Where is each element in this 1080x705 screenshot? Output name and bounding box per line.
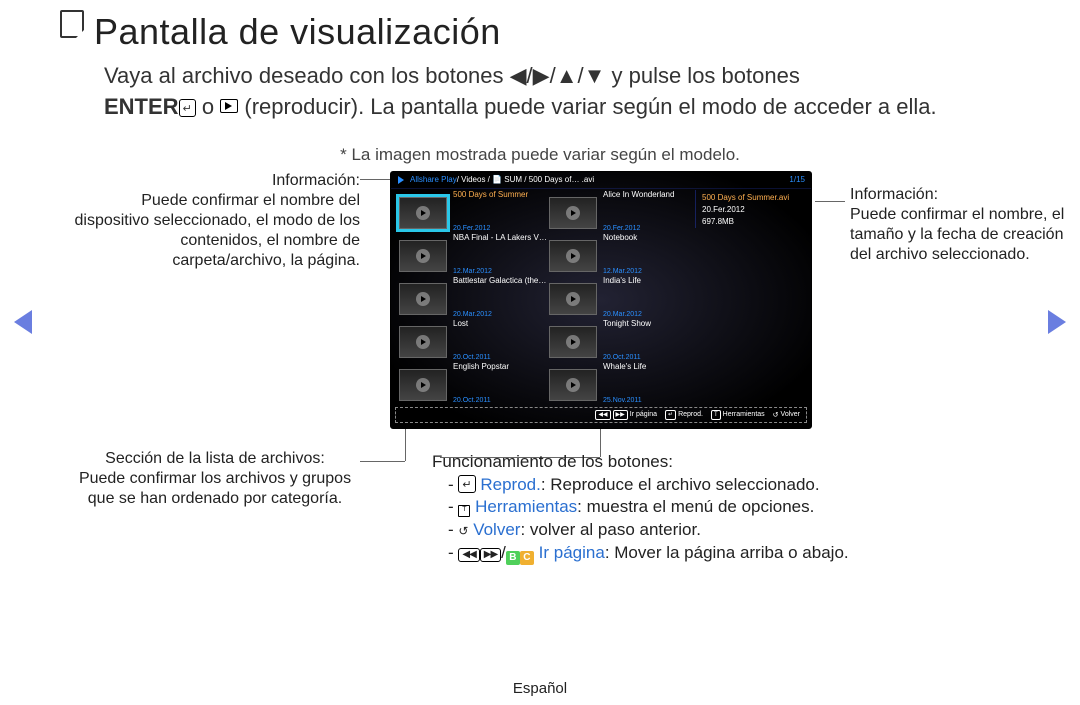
file-thumbnail bbox=[549, 197, 597, 229]
file-title: Lost bbox=[453, 320, 491, 329]
c-color-key: C bbox=[520, 551, 534, 565]
file-date: 12.Mar.2012 bbox=[453, 268, 492, 275]
file-item[interactable]: NBA Final - LA Lakers VS… 12.Mar.2012 bbox=[399, 237, 549, 275]
connector-line bbox=[360, 179, 390, 180]
bookmark-icon bbox=[60, 10, 84, 38]
breadcrumb-bar: Allshare Play / Videos / 📄 SUM / 500 Day… bbox=[391, 172, 811, 189]
file-date: 20.Oct.2011 bbox=[453, 354, 491, 361]
file-title: NBA Final - LA Lakers VS… bbox=[453, 234, 548, 243]
file-item[interactable]: Lost 20.Oct.2011 bbox=[399, 323, 549, 361]
file-thumbnail bbox=[549, 369, 597, 401]
file-item[interactable]: Alice In Wonderland 20.Fer.2012 bbox=[549, 194, 699, 232]
intro-text: Vaya al archivo deseado con los botones … bbox=[104, 61, 1020, 123]
file-date: 20.Fer.2012 bbox=[453, 225, 490, 232]
file-thumbnail bbox=[549, 240, 597, 272]
tools-key-icon: T bbox=[458, 505, 470, 517]
nav-right-arrow[interactable] bbox=[1048, 310, 1066, 334]
file-date: 20.Oct.2011 bbox=[603, 354, 641, 361]
file-thumbnail bbox=[549, 283, 597, 315]
nav-left-arrow[interactable] bbox=[14, 310, 32, 334]
file-thumbnail bbox=[399, 369, 447, 401]
file-title: Tonight Show bbox=[603, 320, 651, 329]
app-play-icon bbox=[397, 175, 407, 185]
file-item[interactable]: India's Life 20.Mar.2012 bbox=[549, 280, 699, 318]
file-item[interactable]: Tonight Show 20.Oct.2011 bbox=[549, 323, 699, 361]
file-info-panel: 500 Days of Summer.avi 20.Fer.2012 697.8… bbox=[695, 190, 807, 228]
media-player-screenshot: Allshare Play / Videos / 📄 SUM / 500 Day… bbox=[390, 171, 812, 429]
file-date: 25.Nov.2011 bbox=[603, 397, 642, 404]
image-caption: * La imagen mostrada puede variar según … bbox=[60, 145, 1020, 165]
file-thumbnail bbox=[399, 283, 447, 315]
forward-key-icon: ▶▶ bbox=[480, 548, 501, 562]
callout-info-right: Información: Puede confirmar el nombre, … bbox=[850, 185, 1080, 265]
footer-language: Español bbox=[0, 680, 1080, 697]
file-title: Alice In Wonderland bbox=[603, 191, 674, 200]
play-key: ↵ Reprod. bbox=[665, 410, 703, 420]
file-thumbnail bbox=[399, 197, 447, 229]
file-date: 20.Oct.2011 bbox=[453, 397, 491, 404]
file-date: 20.Mar.2012 bbox=[453, 311, 492, 318]
tools-key: T Herramientas bbox=[711, 410, 765, 420]
file-title: Battlestar Galactica (the… bbox=[453, 277, 546, 286]
file-title: Whale's Life bbox=[603, 363, 646, 372]
callout-info-left: Información: Puede confirmar el nombre d… bbox=[70, 171, 360, 271]
file-thumbnail bbox=[549, 326, 597, 358]
connector-line bbox=[815, 201, 845, 202]
file-item[interactable]: Battlestar Galactica (the… 20.Mar.2012 bbox=[399, 280, 549, 318]
b-color-key: B bbox=[506, 551, 520, 565]
play-key-icon bbox=[220, 99, 238, 113]
action-bar: ◀◀▶▶ Ir página ↵ Reprod. T Herramientas … bbox=[395, 407, 807, 423]
file-title: English Popstar bbox=[453, 363, 509, 372]
connector-line bbox=[360, 461, 405, 462]
callout-file-list: Sección de la lista de archivos: Puede c… bbox=[70, 449, 360, 509]
file-item[interactable]: Whale's Life 25.Nov.2011 bbox=[549, 366, 699, 404]
return-key: ↺ Volver bbox=[773, 411, 800, 419]
rewind-key-icon: ◀◀ bbox=[458, 548, 479, 562]
file-item[interactable]: 500 Days of Summer 20.Fer.2012 bbox=[399, 194, 549, 232]
file-title: 500 Days of Summer bbox=[453, 191, 528, 200]
button-functions: Funcionamiento de los botones: - Reprod.… bbox=[432, 451, 1072, 566]
return-key-icon: ↺ bbox=[458, 523, 468, 539]
page-title: Pantalla de visualización bbox=[60, 10, 1020, 53]
page-key: ◀◀▶▶ Ir página bbox=[595, 410, 657, 420]
file-date: 12.Mar.2012 bbox=[603, 268, 642, 275]
enter-key-icon bbox=[179, 99, 196, 117]
file-title: Notebook bbox=[603, 234, 642, 243]
file-item[interactable]: Notebook 12.Mar.2012 bbox=[549, 237, 699, 275]
enter-key-icon bbox=[458, 475, 475, 493]
file-date: 20.Fer.2012 bbox=[603, 225, 640, 232]
file-title: India's Life bbox=[603, 277, 642, 286]
file-grid: 500 Days of Summer20.Fer.2012Alice In Wo… bbox=[399, 194, 701, 404]
file-thumbnail bbox=[399, 240, 447, 272]
file-thumbnail bbox=[399, 326, 447, 358]
file-date: 20.Mar.2012 bbox=[603, 311, 642, 318]
file-item[interactable]: English Popstar 20.Oct.2011 bbox=[399, 366, 549, 404]
